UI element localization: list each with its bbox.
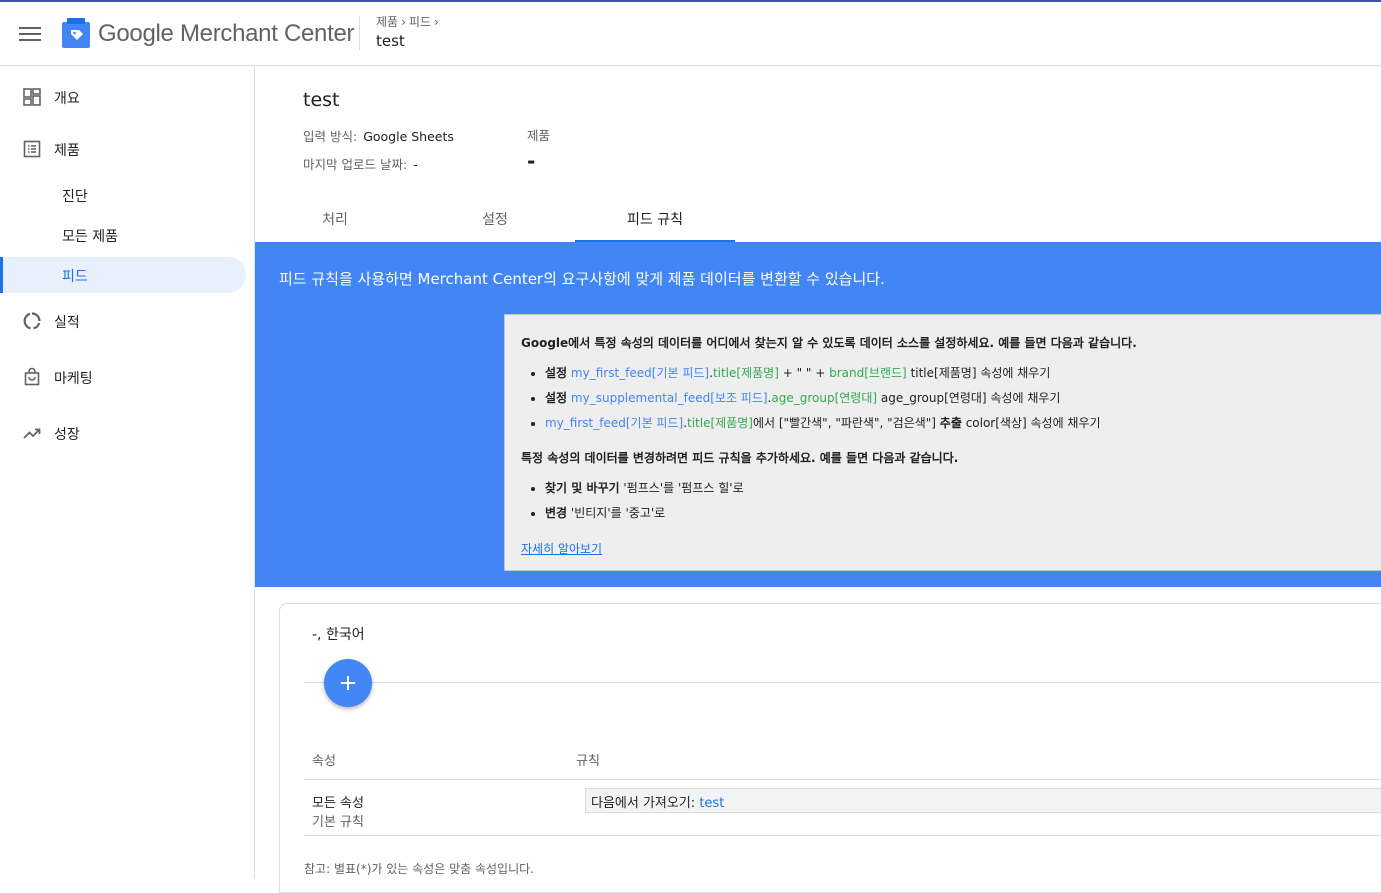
rule-prefix: 다음에서 가져오기:: [591, 796, 700, 811]
custom-attribute-note: 참고: 별표(*)가 있는 속성은 맞춤 속성입니다.: [304, 862, 534, 876]
sidebar-item-all-products[interactable]: 모든 제품: [0, 217, 246, 253]
divider: [304, 835, 1381, 836]
info-heading-data-source: Google에서 특정 속성의 데이터를 어디에서 찾는지 알 수 있도록 데이…: [521, 336, 1137, 350]
column-header-rule: 규칙: [576, 754, 600, 769]
tab-settings[interactable]: 설정: [415, 196, 575, 242]
breadcrumb: 제품 › 피드 ›: [376, 13, 442, 30]
chevron-right-icon: ›: [401, 15, 406, 29]
products-label: 제품: [527, 128, 551, 143]
sidebar-item-label: 피드: [62, 269, 88, 285]
menu-icon[interactable]: [18, 24, 42, 44]
rule-source-link[interactable]: test: [699, 796, 724, 811]
feed-rules-info-box: Google에서 특정 속성의 데이터를 어디에서 찾는지 알 수 있도록 데이…: [504, 314, 1381, 571]
list-item: 변경 '빈티지'를 '중고'로: [545, 505, 744, 530]
last-upload-value: -: [413, 157, 418, 172]
feed-title: test: [303, 89, 340, 111]
data-source-examples: 설정 my_first_feed[기본 피드].title[제품명] + " "…: [521, 365, 1101, 440]
last-upload-label: 마지막 업로드 날짜:: [303, 157, 408, 172]
divider: [304, 779, 1381, 780]
card-title: -, 한국어: [312, 627, 365, 643]
sidebar-item-feeds[interactable]: 피드: [0, 257, 246, 293]
sidebar-item-growth[interactable]: 성장: [0, 415, 246, 451]
input-method: 입력 방식: Google Sheets: [303, 126, 454, 145]
sidebar-item-performance[interactable]: 실적: [0, 303, 246, 339]
main-content: test 입력 방식: Google Sheets 마지막 업로드 날짜: - 제품…: [255, 66, 1381, 893]
sidebar-item-overview[interactable]: 개요: [0, 79, 246, 115]
list-item: my_first_feed[기본 피드].title[제품명]에서 ["빨간색"…: [545, 415, 1101, 440]
sidebar-item-label: 제품: [54, 143, 80, 159]
column-header-attribute: 속성: [312, 754, 336, 769]
header-divider: [359, 16, 360, 50]
sidebar-item-products[interactable]: 제품: [0, 131, 246, 167]
sidebar-item-label: 마케팅: [54, 371, 93, 387]
breadcrumb-item-feeds[interactable]: 피드: [409, 15, 431, 29]
sidebar-item-label: 실적: [54, 315, 80, 331]
learn-more-link[interactable]: 자세히 알아보기: [521, 540, 602, 557]
list-item: 설정 my_first_feed[기본 피드].title[제품명] + " "…: [545, 365, 1101, 390]
input-method-label: 입력 방식:: [303, 129, 358, 144]
sidebar-item-label: 진단: [62, 189, 88, 205]
sidebar-item-label: 개요: [54, 91, 80, 107]
last-upload: 마지막 업로드 날짜: -: [303, 154, 418, 173]
add-rule-button[interactable]: [324, 659, 372, 707]
tab-feed-rules[interactable]: 피드 규칙: [575, 196, 735, 242]
attribute-name[interactable]: 모든 속성: [312, 792, 364, 811]
active-indicator: [0, 257, 3, 293]
app-header: Google Merchant Center 제품 › 피드 › test: [0, 2, 1381, 66]
sidebar-item-label: 모든 제품: [62, 229, 118, 245]
sidebar-item-label: 성장: [54, 427, 80, 443]
products-count: -: [527, 149, 536, 173]
shopping-bag-icon: [24, 367, 40, 386]
divider: [304, 682, 1381, 683]
banner-text: 피드 규칙을 사용하면 Merchant Center의 요구사항에 맞게 제품…: [279, 270, 885, 288]
list-item: 설정 my_supplemental_feed[보조 피드].age_group…: [545, 390, 1101, 415]
rule-summary-box[interactable]: 다음에서 가져오기: test: [585, 788, 1381, 813]
dashboard-icon: [23, 88, 41, 106]
merchant-center-logo-icon[interactable]: [62, 18, 90, 48]
feed-rules-banner: 피드 규칙을 사용하면 Merchant Center의 요구사항에 맞게 제품…: [255, 242, 1381, 587]
app-name: Google Merchant Center: [98, 20, 355, 47]
feed-rule-examples: 찾기 및 바꾸기 '펌프스'를 '펌프스 힐'로 변경 '빈티지'를 '중고'로: [521, 480, 744, 530]
chevron-right-icon: ›: [434, 15, 439, 29]
attribute-rule-type: 기본 규칙: [312, 815, 364, 830]
donut-chart-icon: [23, 312, 41, 330]
page-title: test: [376, 32, 405, 50]
trending-up-icon: [23, 428, 41, 439]
list-icon: [23, 140, 41, 158]
feed-rules-card: -, 한국어 속성 규칙 모든 속성 기본 규칙 다음에서 가져오기: test…: [279, 603, 1381, 893]
tab-processing[interactable]: 처리: [255, 196, 415, 242]
sidebar-item-marketing[interactable]: 마케팅: [0, 359, 246, 395]
info-heading-feed-rules: 특정 속성의 데이터를 변경하려면 피드 규칙을 추가하세요. 예를 들면 다음…: [521, 451, 959, 465]
sidebar: 개요 제품 진단 모든 제품 피드 실적 마케팅 성장: [0, 66, 255, 879]
list-item: 찾기 및 바꾸기 '펌프스'를 '펌프스 힐'로: [545, 480, 744, 505]
breadcrumb-item-products[interactable]: 제품: [376, 15, 398, 29]
sidebar-item-diagnostics[interactable]: 진단: [0, 177, 246, 213]
input-method-value: Google Sheets: [363, 129, 454, 144]
